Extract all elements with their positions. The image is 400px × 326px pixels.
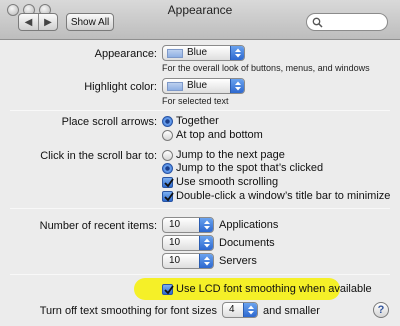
appearance-popup[interactable]: Blue: [162, 45, 245, 61]
recent-applications-label: Applications: [219, 219, 279, 231]
highlight-color-value: Blue: [187, 80, 208, 91]
checkmark-icon: [164, 178, 174, 188]
show-all-button[interactable]: Show All: [66, 13, 114, 31]
radio-jump-to-spot-label: Jump to the spot that’s clicked: [176, 162, 324, 174]
recent-items-label: Number of recent items:: [39, 220, 157, 232]
title-bar: Appearance ◀ ▶ Show All: [0, 0, 400, 40]
font-size-threshold-value: 4: [229, 304, 235, 315]
highlight-color-popup[interactable]: Blue: [162, 78, 245, 94]
navigation-buttons: ◀ ▶: [18, 13, 58, 31]
color-swatch: [167, 49, 183, 58]
radio-jump-next-page-label: Jump to the next page: [176, 149, 285, 161]
radio-together-label: Together: [176, 115, 219, 127]
divider: [10, 274, 390, 275]
recent-documents-value: 10: [169, 237, 181, 248]
highlight-color-hint: For selected text: [162, 96, 229, 106]
radio-top-and-bottom[interactable]: [162, 130, 173, 141]
lcd-font-smoothing-checkbox[interactable]: [162, 284, 174, 295]
popup-arrows-icon: [199, 218, 213, 232]
turn-off-smoothing-label: Turn off text smoothing for font sizes: [39, 305, 217, 317]
and-smaller-label: and smaller: [263, 305, 320, 317]
recent-servers-label: Servers: [219, 255, 257, 267]
back-button[interactable]: ◀: [19, 14, 38, 30]
recent-servers-value: 10: [169, 255, 181, 266]
checkmark-icon: [164, 285, 174, 295]
radio-together[interactable]: [162, 116, 173, 127]
popup-arrows-icon: [243, 303, 257, 317]
checkmark-icon: [164, 192, 174, 202]
font-size-threshold-popup[interactable]: 4: [222, 302, 258, 318]
preferences-window: Appearance ◀ ▶ Show All Appearance: Blue…: [0, 0, 400, 326]
search-field[interactable]: [306, 13, 388, 31]
divider: [10, 208, 390, 209]
popup-arrows-icon: [199, 254, 213, 268]
double-click-minimize-label: Double-click a window’s title bar to min…: [176, 190, 391, 202]
scroll-bar-click-label: Click in the scroll bar to:: [40, 150, 157, 162]
forward-button[interactable]: ▶: [38, 14, 57, 30]
popup-arrows-icon: [230, 79, 244, 93]
appearance-label: Appearance:: [94, 48, 157, 60]
scroll-arrows-label: Place scroll arrows:: [61, 116, 157, 128]
lcd-font-smoothing-label: Use LCD font smoothing when available: [176, 283, 372, 295]
appearance-value: Blue: [187, 47, 208, 58]
recent-documents-label: Documents: [219, 237, 275, 249]
recent-servers-popup[interactable]: 10: [162, 253, 214, 269]
appearance-hint: For the overall look of buttons, menus, …: [162, 63, 370, 73]
recent-applications-popup[interactable]: 10: [162, 217, 214, 233]
color-swatch: [167, 82, 183, 91]
radio-top-and-bottom-label: At top and bottom: [176, 129, 263, 141]
help-button[interactable]: ?: [373, 302, 389, 318]
double-click-minimize-checkbox[interactable]: [162, 191, 174, 202]
recent-documents-popup[interactable]: 10: [162, 235, 214, 251]
highlight-color-label: Highlight color:: [84, 81, 157, 93]
divider: [10, 110, 390, 111]
recent-applications-value: 10: [169, 219, 181, 230]
popup-arrows-icon: [199, 236, 213, 250]
smooth-scrolling-label: Use smooth scrolling: [176, 176, 279, 188]
smooth-scrolling-checkbox[interactable]: [162, 177, 174, 188]
popup-arrows-icon: [230, 46, 244, 60]
radio-jump-to-spot[interactable]: [162, 163, 173, 174]
search-icon: [312, 17, 323, 28]
radio-jump-next-page[interactable]: [162, 150, 173, 161]
